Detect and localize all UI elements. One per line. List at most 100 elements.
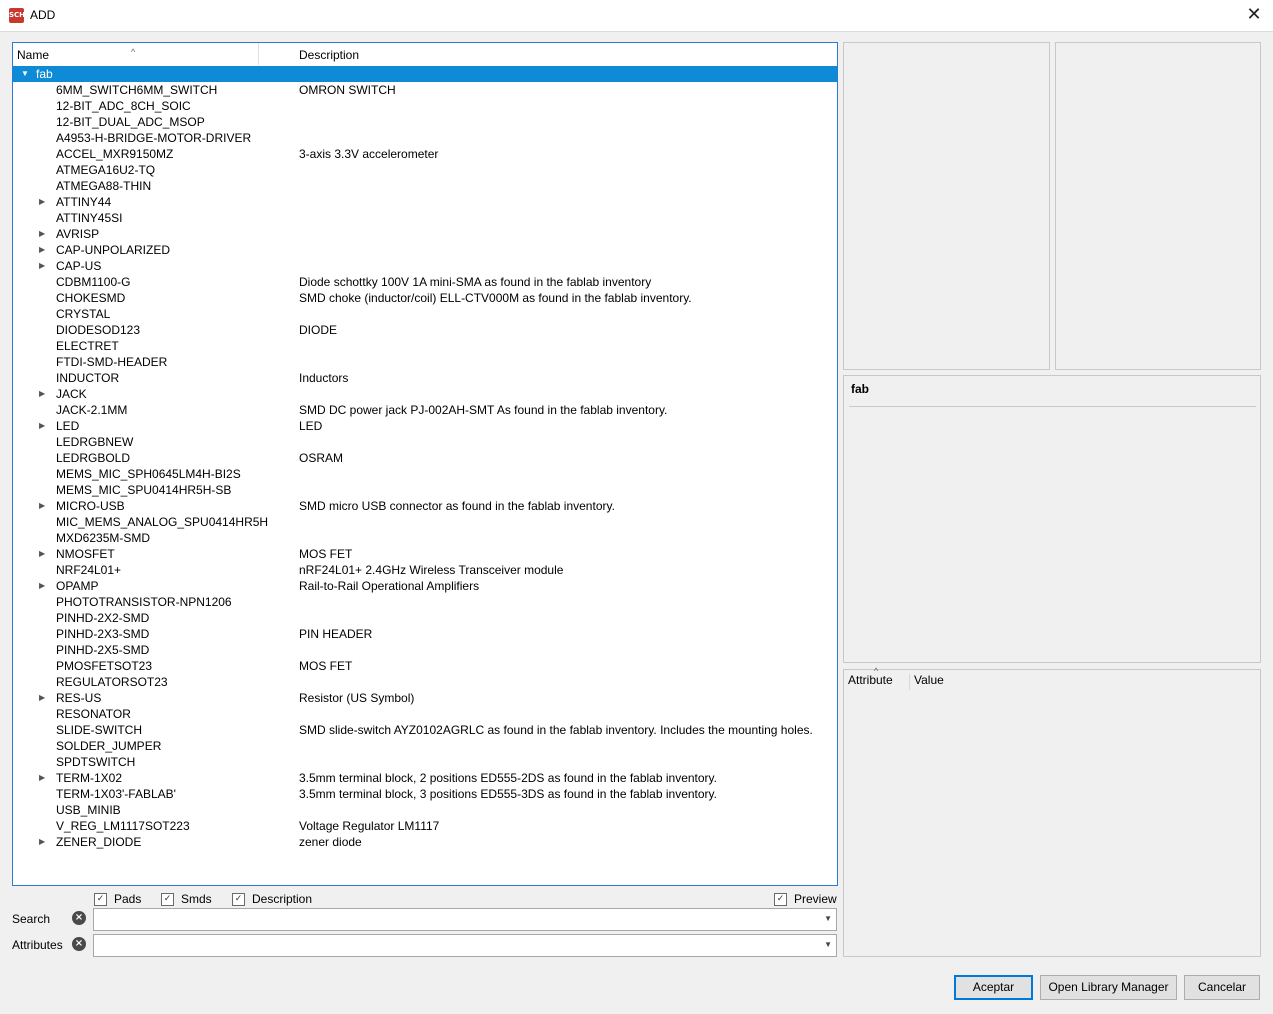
tree-row-name: MXD6235M-SMD: [56, 531, 151, 545]
tree-row[interactable]: ATMEGA16U2-TQ: [13, 162, 837, 178]
checkmark-icon[interactable]: ✓: [161, 893, 174, 906]
tree-row[interactable]: CHOKESMD SMD choke (inductor/coil) ELL-CT…: [13, 290, 837, 306]
tree-row[interactable]: LEDRGBOLD OSRAM: [13, 450, 837, 466]
tree-row[interactable]: A4953-H-BRIDGE-MOTOR-DRIVER: [13, 130, 837, 146]
open-library-manager-button[interactable]: Open Library Manager: [1040, 975, 1177, 1000]
tree-row-name: PINHD-2X5-SMD: [56, 643, 150, 657]
tree-row[interactable]: MEMS_MIC_SPH0645LM4H-BI2S: [13, 466, 837, 482]
clear-search-icon[interactable]: ×: [72, 911, 86, 925]
tree-row[interactable]: MXD6235M-SMD: [13, 530, 837, 546]
column-header-value[interactable]: Value: [914, 673, 944, 687]
tree-row[interactable]: ▶ NMOSFET MOS FET: [13, 546, 837, 562]
triangle-down-icon[interactable]: ▼: [21, 66, 29, 82]
clear-attributes-icon[interactable]: ×: [72, 937, 86, 951]
tree-row[interactable]: ▶ LED LED: [13, 418, 837, 434]
tree-row[interactable]: ▶ RES-US Resistor (US Symbol): [13, 690, 837, 706]
tree-row[interactable]: PINHD-2X3-SMD PIN HEADER: [13, 626, 837, 642]
triangle-right-icon[interactable]: ▶: [39, 546, 45, 562]
tree-root-label: fab: [36, 67, 53, 81]
tree-row[interactable]: USB_MINIB: [13, 802, 837, 818]
chevron-down-icon[interactable]: ▼: [824, 914, 832, 923]
tree-row[interactable]: INDUCTOR Inductors: [13, 370, 837, 386]
tree-row[interactable]: MEMS_MIC_SPU0414HR5H-SB: [13, 482, 837, 498]
tree-row[interactable]: DIODESOD123 DIODE: [13, 322, 837, 338]
tree-row[interactable]: ATTINY45SI: [13, 210, 837, 226]
tree-row[interactable]: ACCEL_MXR9150MZ 3-axis 3.3V accelerometer: [13, 146, 837, 162]
attributes-table[interactable]: ^ Attribute Value: [843, 666, 1261, 957]
tree-row[interactable]: ▶ ZENER_DIODE zener diode: [13, 834, 837, 850]
checkmark-icon[interactable]: ✓: [232, 893, 245, 906]
triangle-right-icon[interactable]: ▶: [39, 498, 45, 514]
tree-row[interactable]: ▶ ATTINY44: [13, 194, 837, 210]
triangle-right-icon[interactable]: ▶: [39, 834, 45, 850]
tree-row[interactable]: RESONATOR: [13, 706, 837, 722]
column-header-attribute[interactable]: Attribute: [848, 673, 893, 687]
ok-button[interactable]: Aceptar: [954, 975, 1033, 1000]
checkmark-icon[interactable]: ✓: [774, 893, 787, 906]
column-header-description[interactable]: Description: [295, 43, 815, 65]
triangle-right-icon[interactable]: ▶: [39, 418, 45, 434]
tree-row[interactable]: PHOTOTRANSISTOR-NPN1206: [13, 594, 837, 610]
triangle-right-icon[interactable]: ▶: [39, 194, 45, 210]
tree-row[interactable]: ATMEGA88-THIN: [13, 178, 837, 194]
tree-row[interactable]: ▶ MICRO-USB SMD micro USB connector as fou…: [13, 498, 837, 514]
tree-row-name: MIC_MEMS_ANALOG_SPU0414HR5H: [56, 515, 269, 529]
tree-row-name: MEMS_MIC_SPU0414HR5H-SB: [56, 483, 232, 497]
checkmark-icon[interactable]: ✓: [94, 893, 107, 906]
triangle-right-icon[interactable]: ▶: [39, 226, 45, 242]
tree-row[interactable]: MIC_MEMS_ANALOG_SPU0414HR5H: [13, 514, 837, 530]
tree-row-description: Rail-to-Rail Operational Amplifiers: [299, 579, 480, 593]
column-header-name[interactable]: Name ^: [13, 43, 259, 65]
tree-row[interactable]: TERM-1X03'-FABLAB' 3.5mm terminal block, …: [13, 786, 837, 802]
tree-row[interactable]: PMOSFETSOT23 MOS FET: [13, 658, 837, 674]
tree-row[interactable]: ▶ OPAMP Rail-to-Rail Operational Amplifier…: [13, 578, 837, 594]
tree-row[interactable]: PINHD-2X2-SMD: [13, 610, 837, 626]
triangle-right-icon[interactable]: ▶: [39, 242, 45, 258]
tree-row[interactable]: NRF24L01+ nRF24L01+ 2.4GHz Wireless Trans…: [13, 562, 837, 578]
tree-row-description: zener diode: [299, 835, 362, 849]
triangle-right-icon[interactable]: ▶: [39, 578, 45, 594]
tree-row-name: V_REG_LM1117SOT223: [56, 819, 190, 833]
tree-row-name: NMOSFET: [56, 547, 115, 561]
tree-row[interactable]: 6MM_SWITCH6MM_SWITCH OMRON SWITCH: [13, 82, 837, 98]
tree-root-fab[interactable]: ▼ fab: [13, 66, 837, 82]
library-tree[interactable]: Name ^ Description ▼ fab 6MM_SWITCH6MM_S…: [12, 42, 838, 886]
triangle-right-icon[interactable]: ▶: [39, 386, 45, 402]
triangle-right-icon[interactable]: ▶: [39, 690, 45, 706]
triangle-right-icon[interactable]: ▶: [39, 258, 45, 274]
cancel-button[interactable]: Cancelar: [1184, 975, 1260, 1000]
triangle-right-icon[interactable]: ▶: [39, 770, 45, 786]
tree-row[interactable]: PINHD-2X5-SMD: [13, 642, 837, 658]
search-input[interactable]: ▼: [93, 908, 837, 931]
tree-row[interactable]: ▶ CAP-UNPOLARIZED: [13, 242, 837, 258]
tree-row[interactable]: CDBM1100-G Diode schottky 100V 1A mini-SM…: [13, 274, 837, 290]
tree-row[interactable]: SOLDER_JUMPER: [13, 738, 837, 754]
tree-row-name: RES-US: [56, 691, 102, 705]
tree-row[interactable]: FTDI-SMD-HEADER: [13, 354, 837, 370]
tree-row[interactable]: SPDTSWITCH: [13, 754, 837, 770]
tree-row[interactable]: ▶ AVRISP: [13, 226, 837, 242]
tree-row-name: CRYSTAL: [56, 307, 111, 321]
tree-row[interactable]: ▶ JACK: [13, 386, 837, 402]
tree-row-description: Inductors: [299, 371, 349, 385]
tree-row[interactable]: SLIDE-SWITCH SMD slide-switch AYZ0102AGRL…: [13, 722, 837, 738]
tree-row[interactable]: ELECTRET: [13, 338, 837, 354]
close-icon[interactable]: ✕: [1243, 4, 1265, 26]
tree-row[interactable]: 12-BIT_ADC_8CH_SOIC: [13, 98, 837, 114]
tree-row[interactable]: 12-BIT_DUAL_ADC_MSOP: [13, 114, 837, 130]
tree-row-description: DIODE: [299, 323, 338, 337]
tree-row[interactable]: V_REG_LM1117SOT223 Voltage Regulator LM11…: [13, 818, 837, 834]
tree-row-name: CDBM1100-G: [56, 275, 131, 289]
tree-row[interactable]: CRYSTAL: [13, 306, 837, 322]
tree-row[interactable]: ▶ CAP-US: [13, 258, 837, 274]
tree-row[interactable]: JACK-2.1MM SMD DC power jack PJ-002AH-SMT…: [13, 402, 837, 418]
tree-row-name: JACK: [56, 387, 87, 401]
tree-row[interactable]: ▶ TERM-1X02 3.5mm terminal block, 2 positi…: [13, 770, 837, 786]
tree-row[interactable]: REGULATORSOT23: [13, 674, 837, 690]
tree-row[interactable]: LEDRGBNEW: [13, 434, 837, 450]
tree-row-description: Voltage Regulator LM1117: [299, 819, 440, 833]
attributes-filter-input[interactable]: ▼: [93, 934, 837, 957]
tree-row-name: LEDRGBOLD: [56, 451, 131, 465]
tree-row-name: ATTINY44: [56, 195, 112, 209]
chevron-down-icon[interactable]: ▼: [824, 940, 832, 949]
